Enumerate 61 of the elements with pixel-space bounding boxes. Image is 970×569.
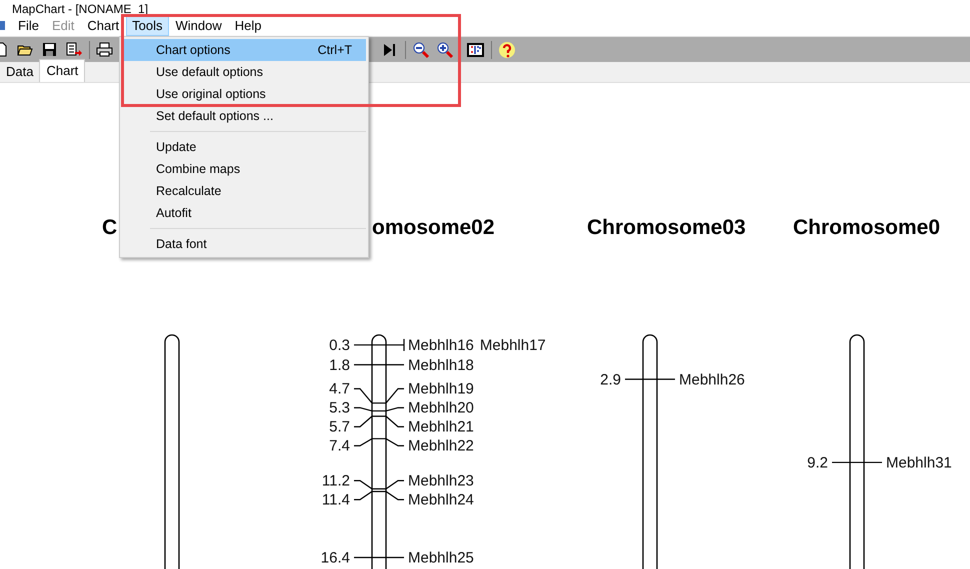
tab[interactable]: Data <box>0 61 40 82</box>
marker-line <box>354 490 404 500</box>
marker-line <box>354 480 404 490</box>
tick-mark <box>403 338 405 351</box>
marker-name: Mebhlh16 <box>408 336 474 354</box>
marker-position: 11.4 <box>322 492 350 509</box>
zoom-in-icon[interactable] <box>436 40 454 58</box>
chromosome-title: Chromosome0 <box>793 216 940 239</box>
marker-line <box>354 407 404 412</box>
tab[interactable]: Chart <box>39 59 86 82</box>
chromosome-title: C <box>102 216 118 239</box>
marker-name: Mebhlh22 <box>408 438 474 455</box>
marker-name: Mebhlh19 <box>408 380 474 398</box>
menu-item[interactable]: File <box>12 14 45 36</box>
menu-option[interactable]: Update <box>122 136 366 158</box>
marker-position: 9.2 <box>807 454 828 472</box>
menu-option[interactable]: Autofit <box>122 202 366 224</box>
menu-option[interactable]: Combine maps <box>122 158 366 180</box>
marker-name: Mebhlh23 <box>408 472 474 490</box>
menu-item[interactable]: Window <box>170 14 228 36</box>
marker-name: Mebhlh20 <box>408 400 474 417</box>
marker-position: 11.2 <box>322 472 350 490</box>
marker-position: 4.7 <box>329 380 350 398</box>
menu-option[interactable]: Use original options <box>122 83 366 105</box>
chart-settings-icon[interactable] <box>467 40 485 58</box>
marker-name: Mebhlh21 <box>408 418 474 436</box>
marker-name: Mebhlh17 <box>480 336 546 354</box>
menu-option[interactable]: Data font <box>122 233 366 255</box>
help-icon[interactable] <box>498 40 516 58</box>
marker-position: 1.8 <box>329 356 350 374</box>
menu-item[interactable]: Help <box>228 14 268 36</box>
marker-line <box>354 438 404 446</box>
marker-line <box>832 462 882 464</box>
window-title: MapChart - [NONAME_1] <box>12 3 148 15</box>
marker-position: 5.7 <box>329 418 350 436</box>
marker-name: Mebhlh25 <box>408 549 474 566</box>
chromosome-title: Chromosome03 <box>587 216 746 239</box>
marker-line <box>354 364 404 366</box>
marker-position: 7.4 <box>329 438 350 455</box>
marker-name: Mebhlh18 <box>408 356 474 374</box>
marker-position: 5.3 <box>329 400 350 417</box>
marker-line <box>354 388 404 404</box>
chromosome-title: omosome02 <box>372 216 495 239</box>
marker-name: Mebhlh24 <box>408 492 474 509</box>
marker-line <box>625 378 675 380</box>
menu-option[interactable]: Chart options Ctrl+T <box>122 39 366 61</box>
marker-line <box>354 556 404 558</box>
menu-option[interactable]: Recalculate <box>122 180 366 202</box>
printer-icon[interactable] <box>96 40 114 58</box>
zoom-out-icon[interactable] <box>412 40 430 58</box>
marker-line <box>354 416 404 428</box>
app-icon <box>0 20 5 30</box>
marker-line <box>354 344 404 346</box>
marker-position: 0.3 <box>329 336 350 354</box>
menu-item[interactable]: Chart <box>81 14 126 36</box>
export-icon[interactable] <box>65 40 83 58</box>
marker-name: Mebhlh26 <box>679 371 745 388</box>
marker-name: Mebhlh31 <box>886 454 952 472</box>
menu-option[interactable]: Set default options ... <box>122 105 366 127</box>
marker-position: 16.4 <box>320 549 350 566</box>
marker-position: 2.9 <box>600 371 621 388</box>
